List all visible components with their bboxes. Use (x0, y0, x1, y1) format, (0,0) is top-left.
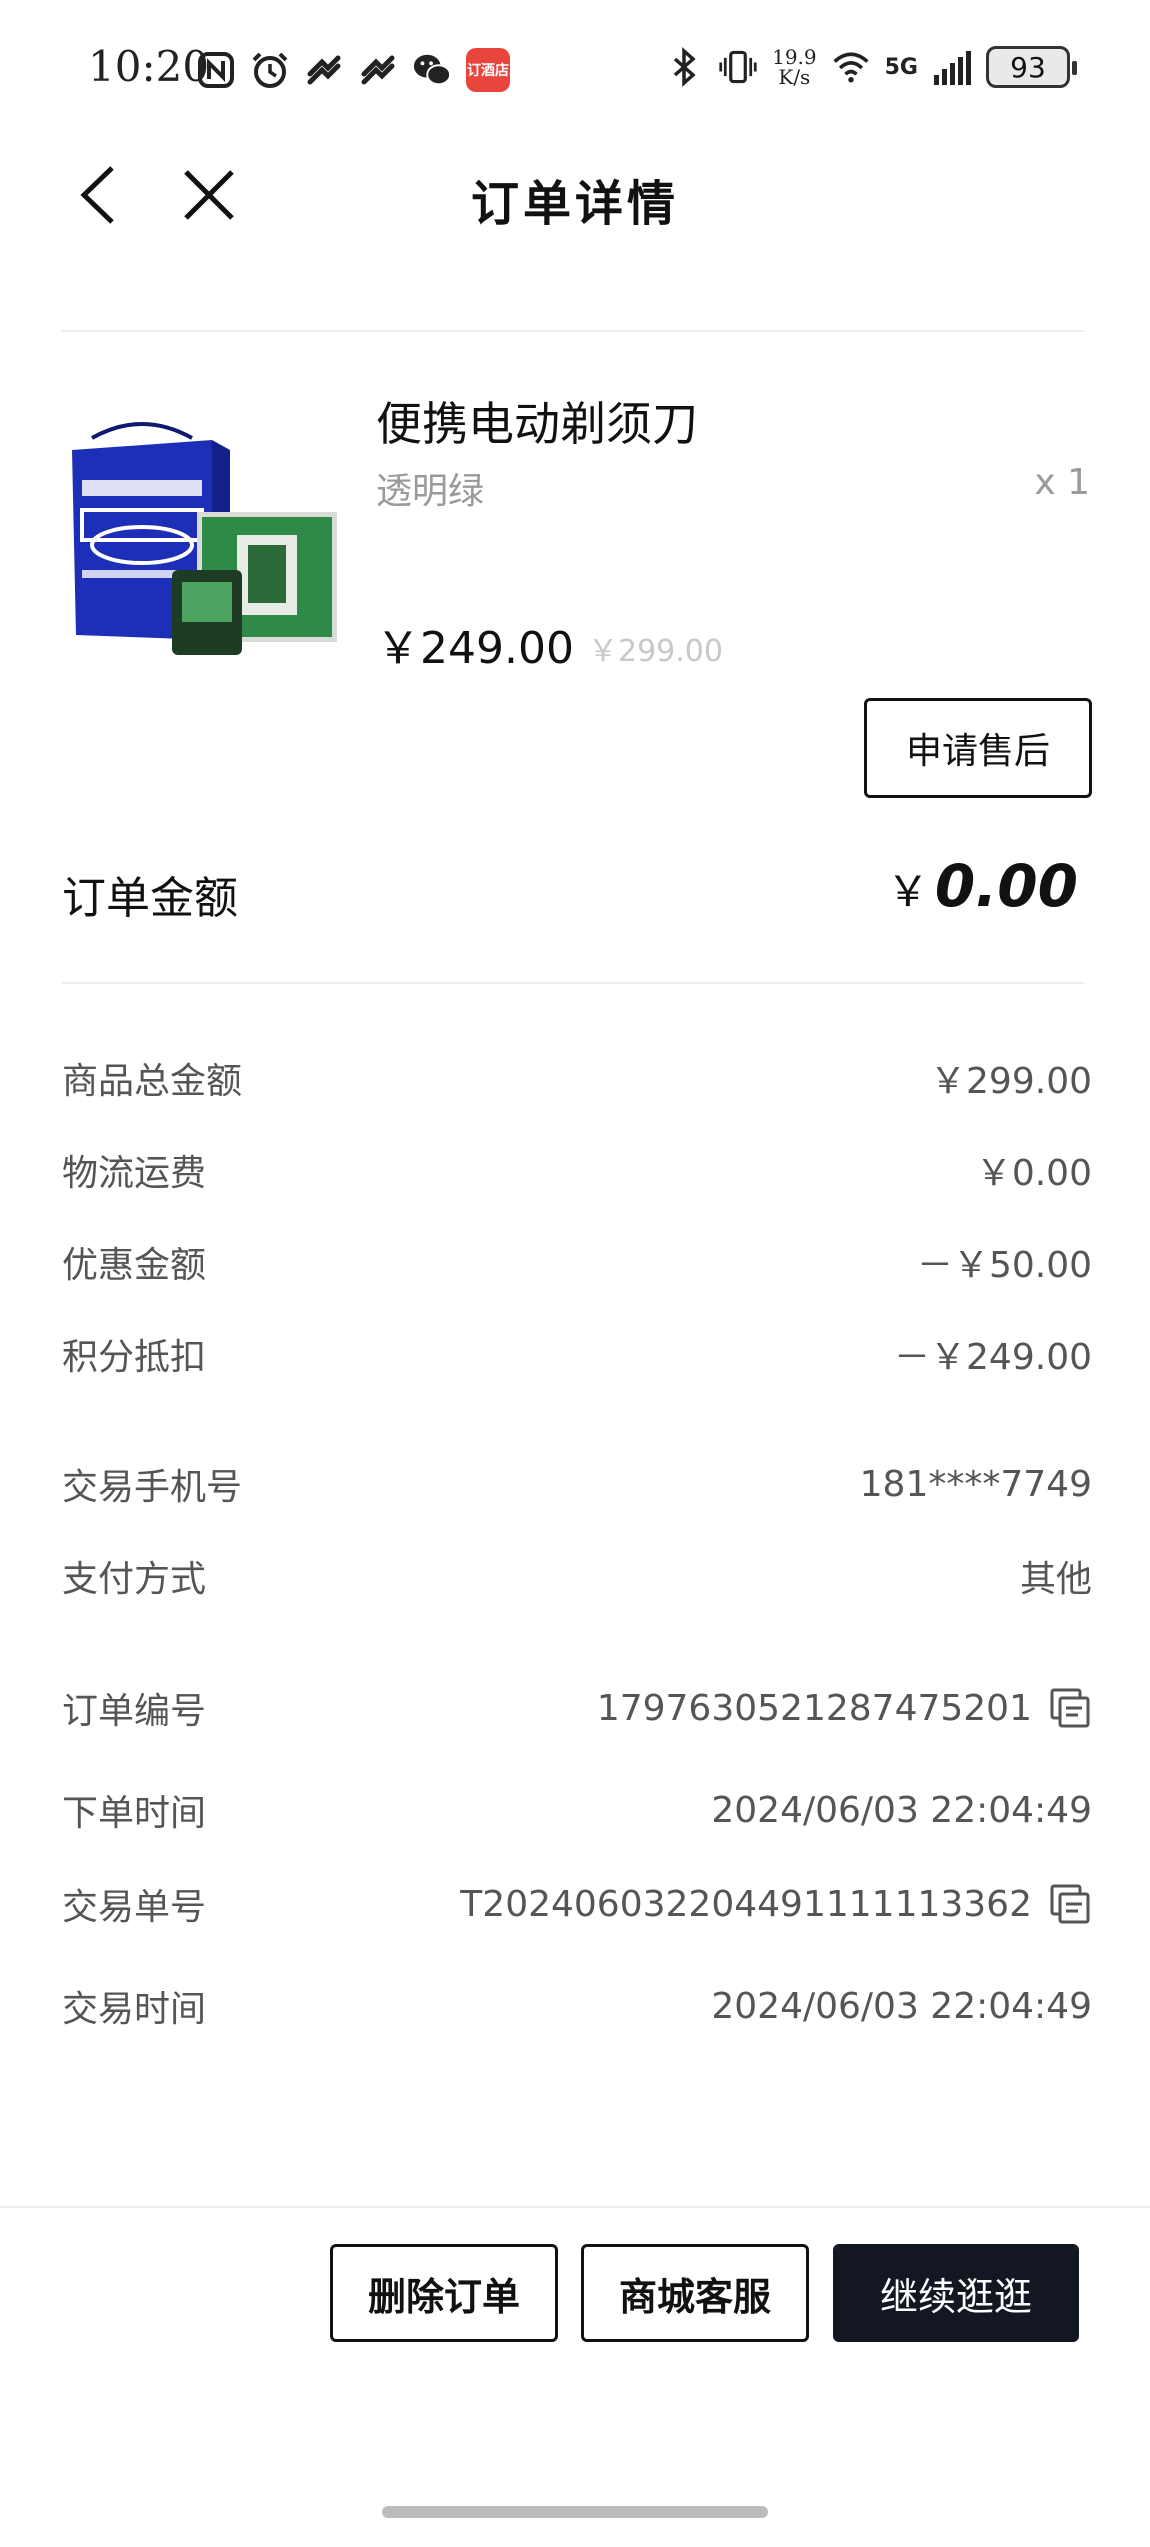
product-original-price: ￥299.00 (588, 634, 723, 669)
product-price: ￥249.00 (376, 623, 574, 674)
row-value: －￥249.00 (894, 1337, 1092, 1378)
price-row-points: 积分抵扣 －￥249.00 (62, 1328, 1092, 1380)
order-amount-value: ￥ 0.00 (887, 852, 1078, 920)
row-label: 积分抵扣 (62, 1337, 207, 1378)
row-value-group: T202406032204491111113362 (460, 1882, 1092, 1926)
copy-icon[interactable] (1048, 1882, 1092, 1926)
row-value: 2024/06/03 22:04:49 (711, 1985, 1092, 2027)
status-time: 10:20 (88, 42, 210, 91)
status-bar: 10:20 订酒店 19.9 K/s 5G 93 (0, 0, 1150, 140)
row-label: 订单编号 (62, 1691, 207, 1732)
info-row-payment: 支付方式 其他 (62, 1550, 1092, 1602)
price-row-discount: 优惠金额 －￥50.00 (62, 1236, 1092, 1288)
order-amount-label: 订单金额 (62, 873, 238, 924)
nfc-icon (196, 50, 236, 90)
product-quantity: x 1 (1034, 462, 1090, 503)
wechat-icon (412, 50, 452, 90)
order-row-number: 订单编号 1797630521287475201 (62, 1682, 1092, 1734)
price-row-shipping: 物流运费 ￥0.00 (62, 1144, 1092, 1196)
row-label: 交易手机号 (62, 1467, 243, 1508)
divider (62, 330, 1084, 332)
row-value: －￥50.00 (916, 1245, 1092, 1286)
transaction-number-value: T202406032204491111113362 (460, 1883, 1032, 1925)
row-value: 其他 (1019, 1559, 1092, 1600)
order-row-transaction-number: 交易单号 T202406032204491111113362 (62, 1878, 1092, 1930)
page-title: 订单详情 (470, 176, 679, 232)
network-type: 5G (884, 54, 918, 80)
copy-icon[interactable] (1048, 1686, 1092, 1730)
delete-order-button[interactable]: 删除订单 (330, 2244, 558, 2342)
status-left-icons: 订酒店 (196, 48, 510, 92)
row-label: 下单时间 (62, 1793, 207, 1834)
row-label: 交易时间 (62, 1989, 207, 2030)
apply-aftersale-button[interactable]: 申请售后 (864, 698, 1092, 798)
price-row-goods-total: 商品总金额 ￥299.00 (62, 1052, 1092, 1104)
continue-shopping-button[interactable]: 继续逛逛 (833, 2244, 1079, 2342)
currency-symbol: ￥ (886, 867, 929, 916)
speed-unit: K/s (778, 65, 811, 89)
row-value: ￥299.00 (930, 1061, 1092, 1102)
info-row-phone: 交易手机号 181****7749 (62, 1458, 1092, 1510)
signal-icon (932, 47, 972, 87)
row-label: 支付方式 (62, 1559, 207, 1600)
customer-service-button[interactable]: 商城客服 (581, 2244, 809, 2342)
status-right-icons: 19.9 K/s 5G 93 (664, 46, 1077, 88)
wifi-icon (831, 47, 871, 87)
battery-indicator: 93 (986, 46, 1077, 88)
speed-value: 19.9 (772, 45, 817, 69)
order-number-value: 1797630521287475201 (596, 1687, 1032, 1729)
product-name[interactable]: 便携电动剃须刀 (376, 388, 698, 454)
row-value-group: 1797630521287475201 (597, 1686, 1092, 1730)
app-badge-icon: 订酒店 (466, 48, 510, 92)
product-image[interactable] (62, 420, 342, 660)
row-value: 181****7749 (859, 1463, 1092, 1505)
row-label: 商品总金额 (62, 1061, 243, 1102)
network-speed: 19.9 K/s (772, 47, 817, 87)
order-row-transaction-time: 交易时间 2024/06/03 22:04:49 (62, 1980, 1092, 2032)
home-indicator[interactable] (382, 2506, 768, 2518)
product-variant: 透明绿 (376, 471, 485, 512)
bluetooth-icon (664, 47, 704, 87)
product-photo-icon (72, 422, 337, 655)
alarm-icon (250, 50, 290, 90)
row-label: 物流运费 (62, 1153, 207, 1194)
order-row-time: 下单时间 2024/06/03 22:04:49 (62, 1784, 1092, 1836)
row-label: 优惠金额 (62, 1245, 207, 1286)
divider (62, 982, 1084, 984)
row-value: 2024/06/03 22:04:49 (711, 1789, 1092, 1831)
top-nav: 订单详情 (0, 140, 1150, 250)
row-value: ￥0.00 (975, 1153, 1092, 1194)
order-amount-number: 0.00 (934, 852, 1078, 920)
row-label: 交易单号 (62, 1887, 207, 1928)
health-icon-2 (358, 50, 398, 90)
health-icon (304, 50, 344, 90)
vibrate-icon (718, 47, 758, 87)
bottom-bar-divider (0, 2206, 1150, 2208)
